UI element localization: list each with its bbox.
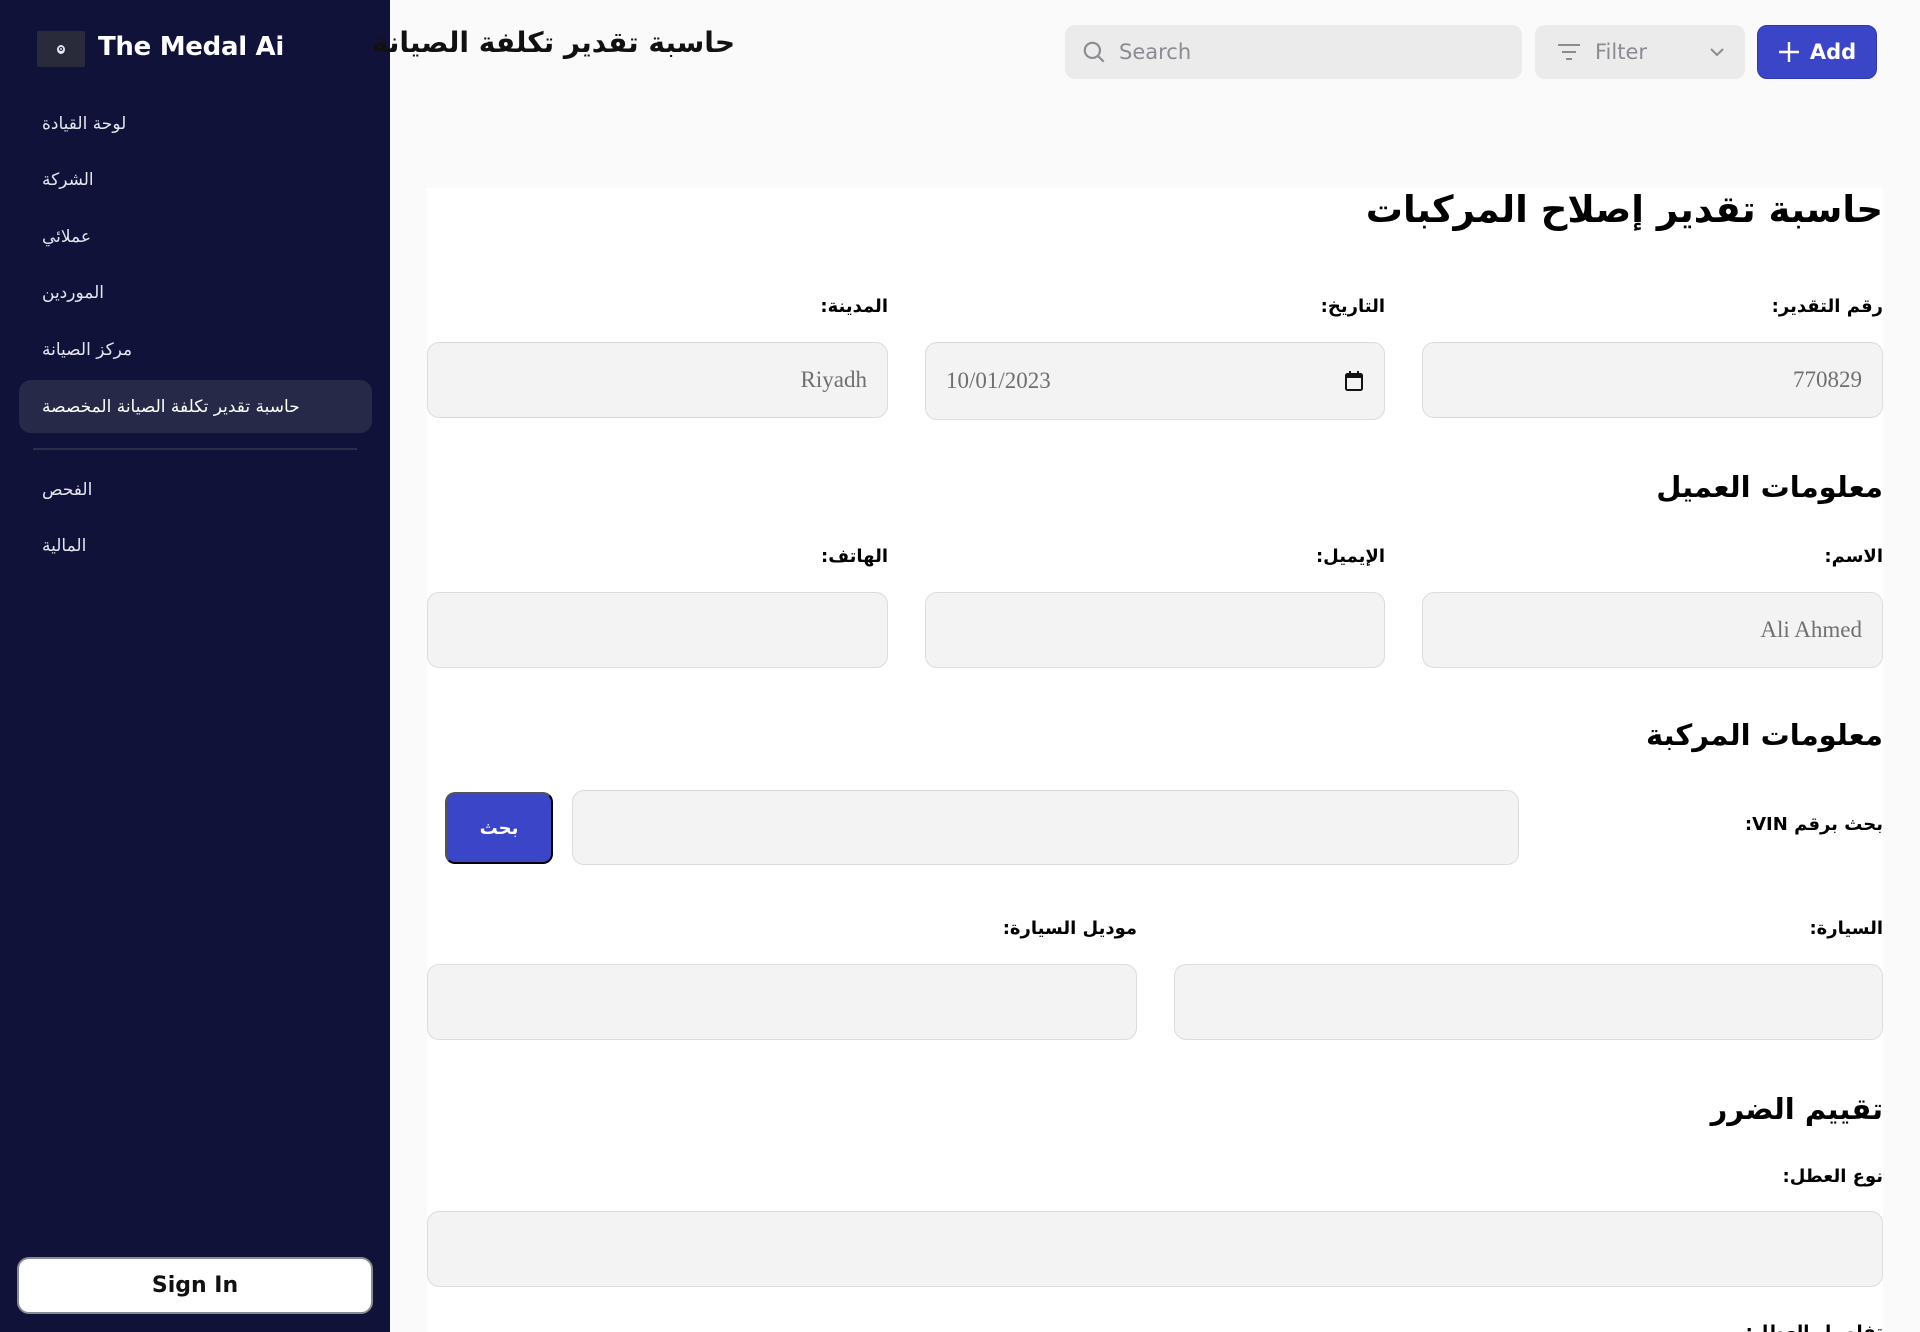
sidebar-item-suppliers[interactable]: الموردين xyxy=(19,266,372,319)
fault-details-label: تفاصيل العطل: xyxy=(1746,1322,1883,1332)
vehicle-section-title: معلومات المركبة xyxy=(1645,718,1883,752)
filter-label: Filter xyxy=(1595,40,1648,64)
phone-field[interactable] xyxy=(427,592,888,668)
sidebar: o The Medal Ai لوحة القيادة الشركة عملائ… xyxy=(0,0,390,1332)
fault-type-field[interactable] xyxy=(427,1211,1883,1287)
form-title: حاسبة تقدير إصلاح المركبات xyxy=(1365,188,1883,231)
sidebar-item-label: حاسبة تقدير تكلفة الصيانة المخصصة xyxy=(42,396,300,417)
plus-icon xyxy=(1778,42,1799,62)
vin-search-button[interactable]: بحث xyxy=(445,792,553,864)
car-label: السيارة: xyxy=(1809,918,1883,939)
sidebar-item-label: المالية xyxy=(42,535,87,556)
estimate-form: حاسبة تقدير إصلاح المركبات رقم التقدير: … xyxy=(427,188,1883,1332)
date-field[interactable]: 10/01/2023 xyxy=(925,342,1385,420)
vin-label: بحث برقم VIN: xyxy=(1744,814,1883,835)
logo: o xyxy=(37,31,85,67)
sidebar-item-maintenance-center[interactable]: مركز الصيانة xyxy=(19,323,372,376)
city-label: المدينة: xyxy=(820,296,888,317)
date-label: التاريخ: xyxy=(1320,296,1385,317)
search-icon xyxy=(1083,41,1105,63)
email-label: الإيميل: xyxy=(1315,546,1385,567)
sidebar-item-inspection[interactable]: الفحص xyxy=(19,463,372,516)
search-input[interactable]: Search xyxy=(1065,25,1522,79)
filter-icon xyxy=(1558,44,1580,60)
search-placeholder: Search xyxy=(1119,40,1192,64)
sidebar-item-label: الشركة xyxy=(42,169,94,190)
city-field[interactable]: Riyadh xyxy=(427,342,888,418)
chevron-down-icon xyxy=(1710,48,1724,57)
sidebar-item-label: مركز الصيانة xyxy=(42,339,133,360)
sidebar-divider xyxy=(33,448,357,450)
car-model-field[interactable] xyxy=(427,964,1137,1040)
logo-icon: o xyxy=(57,44,65,54)
car-field[interactable] xyxy=(1174,964,1883,1040)
sidebar-item-my-customers[interactable]: عملائي xyxy=(19,210,372,263)
sidebar-item-dashboard[interactable]: لوحة القيادة xyxy=(19,97,372,150)
name-value: Ali Ahmed xyxy=(1760,617,1862,642)
sidebar-item-company[interactable]: الشركة xyxy=(19,153,372,206)
city-value: Riyadh xyxy=(800,367,867,392)
sidebar-item-label: عملائي xyxy=(42,226,92,247)
date-value: 10/01/2023 xyxy=(946,368,1051,393)
sidebar-item-label: الفحص xyxy=(42,479,93,500)
customer-section-title: معلومات العميل xyxy=(1656,470,1883,504)
name-label: الاسم: xyxy=(1824,546,1883,567)
fault-type-label: نوع العطل: xyxy=(1782,1166,1884,1187)
estimate-number-field[interactable]: 770829 xyxy=(1422,342,1883,418)
sidebar-item-label: الموردين xyxy=(42,282,104,303)
name-field[interactable]: Ali Ahmed xyxy=(1422,592,1883,668)
vin-input[interactable] xyxy=(572,790,1519,865)
add-button[interactable]: Add xyxy=(1757,25,1877,79)
sidebar-item-finance[interactable]: المالية xyxy=(19,519,372,572)
filter-dropdown[interactable]: Filter xyxy=(1535,25,1745,79)
sidebar-item-label: لوحة القيادة xyxy=(42,113,127,134)
sign-in-button[interactable]: Sign In xyxy=(17,1257,373,1314)
estimate-number-value: 770829 xyxy=(1793,367,1862,392)
car-model-label: موديل السيارة: xyxy=(1002,918,1137,939)
phone-label: الهاتف: xyxy=(821,546,888,567)
estimate-number-label: رقم التقدير: xyxy=(1771,296,1883,317)
brand-name: The Medal Ai xyxy=(98,32,284,62)
damage-section-title: تقييم الضرر xyxy=(1710,1092,1883,1126)
add-label: Add xyxy=(1809,40,1857,64)
email-field[interactable] xyxy=(925,592,1385,668)
sidebar-item-custom-cost-calculator[interactable]: حاسبة تقدير تكلفة الصيانة المخصصة xyxy=(19,380,372,433)
page-title: حاسبة تقدير تكلفة الصيانة xyxy=(371,26,735,59)
calendar-icon[interactable] xyxy=(1344,370,1364,392)
